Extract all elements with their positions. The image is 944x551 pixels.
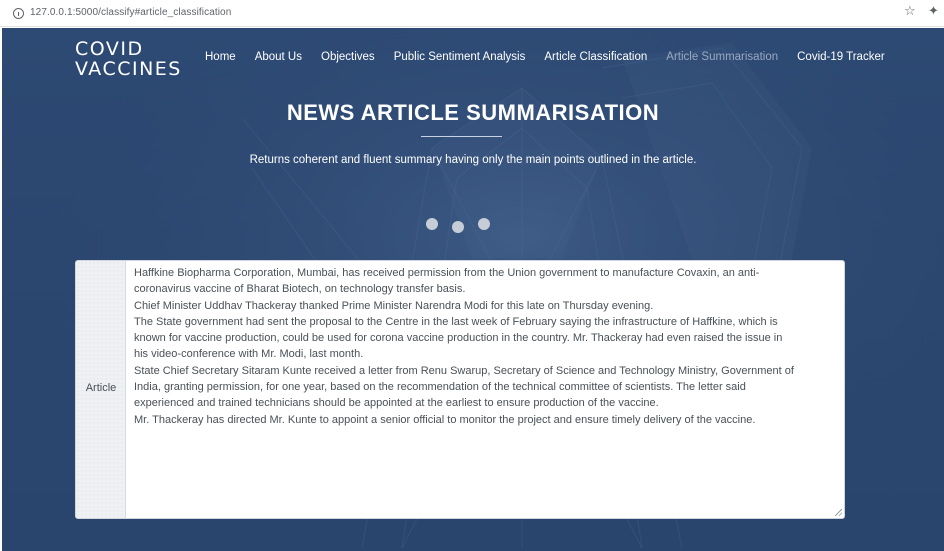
nav-covid-19-tracker[interactable]: Covid-19 Tracker bbox=[797, 51, 885, 63]
page: COVID VACCINES Home About Us Objectives … bbox=[2, 28, 944, 551]
article-textarea[interactable]: Haffkine Biopharma Corporation, Mumbai, … bbox=[134, 265, 834, 428]
puzzle-icon[interactable]: ✦ bbox=[928, 4, 939, 17]
logo-line-2: VACCINES bbox=[75, 58, 182, 80]
nav-home[interactable]: Home bbox=[205, 51, 236, 63]
logo-line-1: COVID bbox=[75, 38, 144, 60]
title-divider bbox=[421, 136, 502, 137]
main-nav: Home About Us Objectives Public Sentimen… bbox=[205, 51, 904, 63]
url-text[interactable]: 127.0.0.1:5000/classify#article_classifi… bbox=[30, 7, 231, 18]
article-label-cell: Article bbox=[76, 261, 126, 518]
nav-article-summarisation[interactable]: Article Summarisation bbox=[666, 51, 778, 63]
loading-dot bbox=[452, 221, 464, 233]
loading-dot bbox=[478, 218, 490, 230]
star-icon[interactable]: ☆ bbox=[904, 4, 916, 17]
nav-article-classification[interactable]: Article Classification bbox=[544, 51, 647, 63]
article-input-group: Article Haffkine Biopharma Corporation, … bbox=[75, 260, 845, 519]
nav-objectives[interactable]: Objectives bbox=[321, 51, 375, 63]
browser-address-bar: 127.0.0.1:5000/classify#article_classifi… bbox=[0, 0, 944, 27]
info-icon[interactable] bbox=[13, 8, 24, 19]
nav-public-sentiment-analysis[interactable]: Public Sentiment Analysis bbox=[394, 51, 526, 63]
page-subtitle: Returns coherent and fluent summary havi… bbox=[249, 154, 697, 166]
nav-about-us[interactable]: About Us bbox=[255, 51, 302, 63]
loading-indicator bbox=[426, 218, 496, 238]
page-title: NEWS ARTICLE SUMMARISATION bbox=[286, 100, 660, 125]
article-label: Article bbox=[85, 382, 117, 394]
resize-handle-icon[interactable] bbox=[835, 509, 842, 516]
loading-dot bbox=[426, 218, 438, 230]
site-logo[interactable]: COVID VACCINES bbox=[75, 39, 182, 79]
